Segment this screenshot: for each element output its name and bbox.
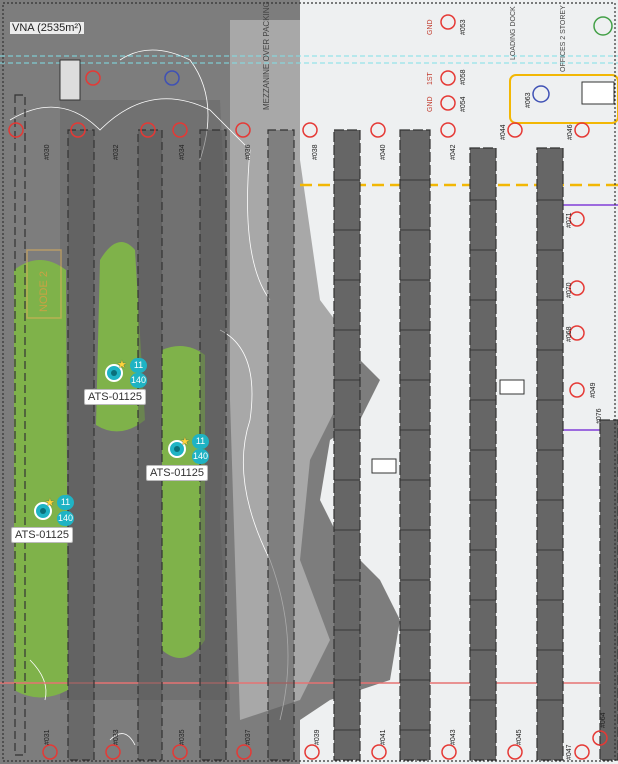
floor-label: #058 (460, 69, 467, 85)
coverage-map[interactable]: VNA (2535m²) MEZZANINE OVER PACKING AREA… (0, 0, 618, 764)
forklift-icon-2 (499, 379, 525, 395)
offices-label: OFFICES 2 STOREY (560, 5, 567, 72)
floor-label: #068 (566, 326, 573, 342)
floor-label: 1ST (427, 72, 434, 85)
floor-label: #071 (566, 212, 573, 228)
stairs-icon-2 (59, 59, 81, 101)
rack-label: #037 (245, 729, 252, 745)
floor-label: #064 (600, 712, 607, 728)
star-icon: ★ (180, 436, 190, 448)
floor-label: #063 (525, 92, 532, 108)
ap-count-top: 11 (130, 358, 147, 373)
rack-label: #044 (500, 124, 507, 140)
ap-count-bottom: 140 (130, 373, 147, 388)
stairs-icon (581, 81, 615, 105)
access-point-label[interactable]: ATS-01125 (11, 527, 74, 543)
rack-label: #047 (566, 744, 573, 760)
rack-label: #045 (516, 729, 523, 745)
rack-label: #046 (567, 124, 574, 140)
access-point-label[interactable]: ATS-01125 (84, 389, 147, 405)
rack-label: #034 (179, 144, 186, 160)
access-point-label[interactable]: ATS-01125 (146, 465, 209, 481)
ap-count-bottom: 140 (57, 511, 74, 526)
zone-label: VNA (2535m²) (10, 22, 84, 34)
ap-count-top: 11 (192, 434, 209, 449)
floor-label: GND (427, 96, 434, 112)
star-icon: ★ (45, 497, 55, 509)
floor-label: #070 (566, 282, 573, 298)
rack-label: #035 (179, 729, 186, 745)
star-icon: ★ (117, 359, 127, 371)
rack-label: #041 (380, 729, 387, 745)
coverage-strong-region-3 (162, 346, 205, 658)
rack-label: #039 (314, 729, 321, 745)
rack-label: #030 (44, 144, 51, 160)
floorplan-svg (0, 0, 618, 764)
ap-count-top: 11 (57, 495, 74, 510)
rack-label: #042 (450, 144, 457, 160)
rack-label: #031 (44, 729, 51, 745)
rack-label: #038 (312, 144, 319, 160)
loading-dock-label: LOADING DOCK (510, 6, 517, 60)
rack-label: #033 (113, 729, 120, 745)
ap-count-bottom: 140 (192, 449, 209, 464)
rack-label: #032 (113, 144, 120, 160)
forklift-icon (371, 458, 397, 474)
rack-label: #036 (245, 144, 252, 160)
rack-label: #043 (450, 729, 457, 745)
floor-label: #054 (460, 96, 467, 112)
floor-label: #049 (590, 382, 597, 398)
mezzanine-label: MEZZANINE OVER PACKING AREA (262, 0, 271, 110)
floor-label: #053 (460, 19, 467, 35)
floor-label: GND (427, 19, 434, 35)
node-label: NODE 2 (38, 271, 50, 312)
rack-label: #040 (380, 144, 387, 160)
floor-label: #076 (596, 408, 603, 424)
coverage-strong-region-1 (14, 260, 68, 698)
